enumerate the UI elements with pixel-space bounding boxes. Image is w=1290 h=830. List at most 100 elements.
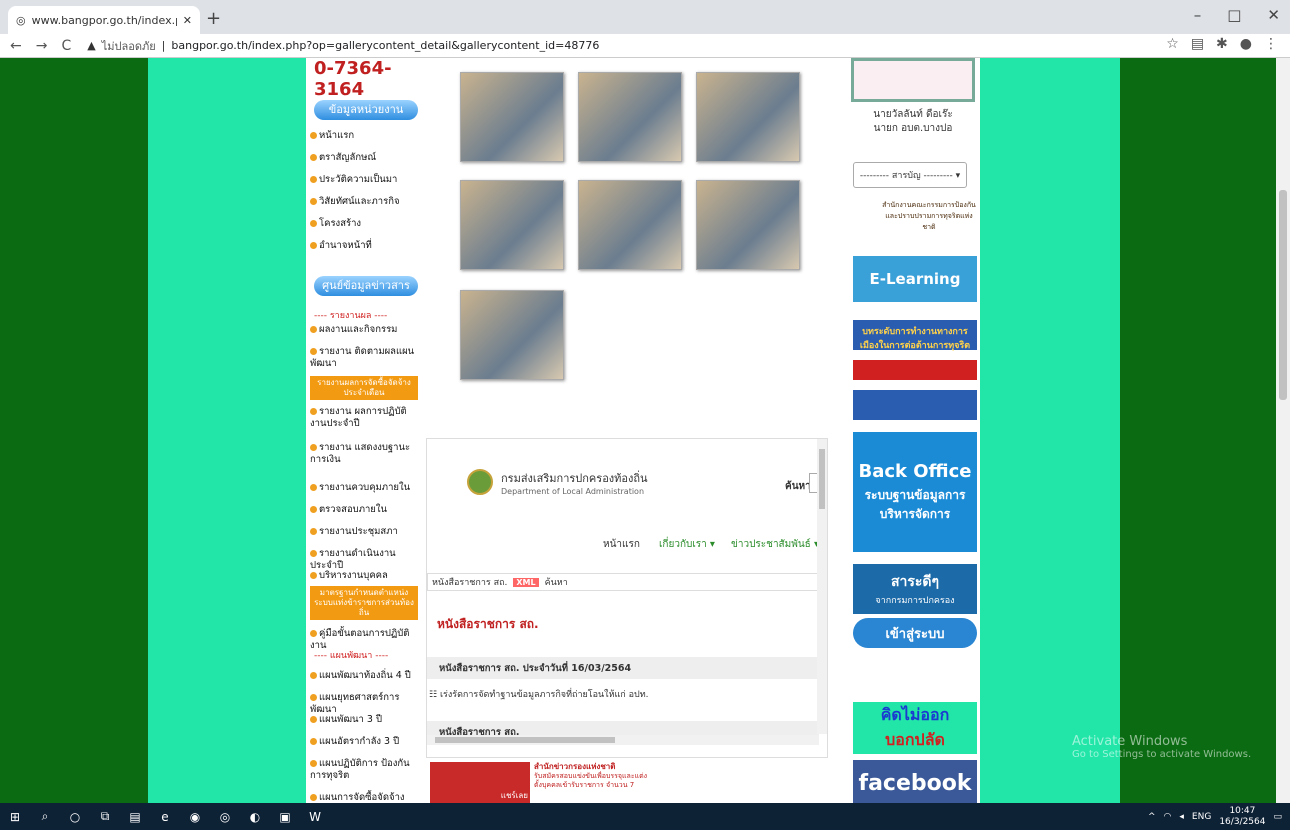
gallery-photo[interactable]: [696, 72, 800, 162]
section-news-header: ศูนย์ข้อมูลข่าวสาร: [314, 276, 418, 296]
gallery-photo[interactable]: [460, 180, 564, 270]
new-tab-button[interactable]: +: [206, 8, 221, 29]
daily-docs-header: หนังสือราชการ สถ. ประจำวันที่ 16/03/2564: [427, 657, 819, 679]
menu-item-history[interactable]: ประวัติความเป็นมา: [310, 174, 420, 186]
menu-item-duty[interactable]: อำนาจหน้าที่: [310, 240, 420, 252]
menu-item-annual-operation[interactable]: รายงานดำเนินงานประจำปี: [310, 548, 420, 572]
breadcrumb-search[interactable]: ค้นหา: [545, 575, 568, 589]
browser-tab-bar: ◎ www.bangpor.go.th/index.php?o ✕ + – □ …: [0, 0, 1290, 34]
menu-item-meeting[interactable]: รายงานประชุมสภา: [310, 526, 420, 538]
profile-icon[interactable]: ●: [1240, 36, 1252, 52]
maximize-button[interactable]: □: [1227, 6, 1241, 24]
menu-icon[interactable]: ⋮: [1264, 36, 1278, 52]
facebook-banner[interactable]: facebook: [853, 760, 977, 803]
gallery-photo[interactable]: [578, 180, 682, 270]
elearning-banner[interactable]: E-Learning: [853, 256, 977, 302]
breadcrumb-docs[interactable]: หนังสือราชการ สถ.: [432, 575, 507, 589]
frame-hscrollbar[interactable]: [427, 735, 819, 745]
report-subheader: ---- รายงานผล ----: [314, 311, 388, 321]
menu-item-strategy[interactable]: แผนยุทธศาสตร์การพัฒนา: [310, 692, 420, 716]
contents-select[interactable]: --------- สารบัญ --------- ▾: [853, 162, 967, 188]
dept-name-th: กรมส่งเสริมการปกครองท้องถิ่น: [501, 472, 648, 485]
login-button[interactable]: เข้าสู่ระบบ: [853, 618, 977, 648]
bottom-ad[interactable]: แชร์เลย สำนักข่าวกรองแห่งชาติ รับสมัครสอ…: [424, 760, 828, 803]
language-indicator[interactable]: ENG: [1192, 812, 1211, 822]
menu-item-3yr-plan[interactable]: แผนพัฒนา 3 ปี: [310, 714, 420, 726]
menu-item-anticorruption-plan[interactable]: แผนปฏิบัติการ ป้องกันการทุจริต: [310, 758, 420, 782]
menu-item-audit[interactable]: ตรวจสอบภายใน: [310, 504, 420, 516]
word-icon[interactable]: W: [300, 803, 330, 830]
tray-arrow-icon[interactable]: ^: [1148, 812, 1156, 822]
close-window-button[interactable]: ✕: [1267, 6, 1280, 24]
position-standard-box[interactable]: มาตรฐานกำหนดตำแหน่งระบบแท่งข้าราชการส่วน…: [310, 586, 418, 620]
chrome-icon[interactable]: ◎: [210, 803, 240, 830]
menu-item-procurement-plan[interactable]: แผนการจัดซื้อจัดจ้าง: [310, 792, 420, 803]
close-tab-icon[interactable]: ✕: [183, 14, 192, 27]
menu-item-annual-result[interactable]: รายงาน ผลการปฏิบัติงานประจำปี: [310, 406, 420, 430]
nacc-banner[interactable]: สำนักงานคณะกรรมการป้องกันและปราบปรามการท…: [853, 194, 977, 238]
start-icon[interactable]: ⊞: [0, 803, 30, 830]
menu-item-internal-control[interactable]: รายงานควบคุมภายใน: [310, 482, 420, 494]
browser-tab[interactable]: ◎ www.bangpor.go.th/index.php?o ✕: [8, 6, 200, 34]
url-field[interactable]: ▲ ไม่ปลอดภัย | bangpor.go.th/index.php?o…: [87, 37, 599, 55]
reload-icon[interactable]: C: [61, 38, 71, 54]
gallery-photo[interactable]: [460, 290, 564, 380]
frame-title: หนังสือราชการ สถ.: [437, 617, 539, 631]
extension-icon[interactable]: ▤: [1191, 36, 1204, 52]
page-viewport: 0-7364-3164 ข้อมูลหน่วยงาน หน้าแรก ตราสั…: [0, 58, 1290, 803]
window-controls: – □ ✕: [1194, 6, 1280, 24]
minimize-button[interactable]: –: [1194, 6, 1202, 24]
star-icon[interactable]: ☆: [1166, 36, 1179, 52]
line-icon[interactable]: ▣: [270, 803, 300, 830]
edge-icon[interactable]: e: [150, 803, 180, 830]
frame-nav-news[interactable]: ข่าวประชาสัมพันธ์ ▾: [731, 537, 819, 552]
menu-item-structure[interactable]: โครงสร้าง: [310, 218, 420, 230]
windows-taskbar: ⊞ ⌕ ○ ⧉ ▤ e ◉ ◎ ◐ ▣ W ^ ◠ ◂ ENG 10:47 16…: [0, 803, 1290, 830]
menu-item-vision[interactable]: วิสัยทัศน์และภารกิจ: [310, 196, 420, 208]
task-view-icon[interactable]: ⧉: [90, 803, 120, 830]
menu-item-local-plan[interactable]: แผนพัฒนาท้องถิ่น 4 ปี: [310, 670, 420, 682]
page-scrollbar[interactable]: [1276, 58, 1290, 803]
globe-icon: ◎: [16, 13, 26, 27]
address-bar-row: ← → C ▲ ไม่ปลอดภัย | bangpor.go.th/index…: [0, 34, 1290, 58]
xml-badge[interactable]: XML: [513, 577, 539, 587]
menu-item-emblem[interactable]: ตราสัญลักษณ์: [310, 152, 420, 164]
back-icon[interactable]: ←: [10, 38, 22, 54]
backoffice-banner[interactable]: Back Office ระบบฐานข้อมูลการบริหารจัดการ: [853, 432, 977, 552]
list-icon: ☷: [429, 690, 440, 700]
wifi-icon[interactable]: ◠: [1164, 812, 1172, 822]
menu-item-activities[interactable]: ผลงานและกิจกรรม: [310, 324, 420, 336]
menu-item-home[interactable]: หน้าแรก: [310, 130, 420, 142]
gallery-photo[interactable]: [578, 72, 682, 162]
breadcrumb: หนังสือราชการ สถ. XML ค้นหา: [427, 573, 819, 591]
frame-nav-home[interactable]: หน้าแรก: [603, 537, 640, 552]
gallery-photo[interactable]: [460, 72, 564, 162]
frame-nav-about[interactable]: เกี่ยวกับเรา ▾: [659, 537, 715, 552]
clock[interactable]: 10:47 16/3/2564: [1219, 806, 1265, 828]
forward-icon[interactable]: →: [36, 38, 48, 54]
puzzle-icon[interactable]: ✱: [1216, 36, 1228, 52]
url-text[interactable]: bangpor.go.th/index.php?op=galleryconten…: [171, 39, 599, 52]
activate-windows-watermark: Activate Windows Go to Settings to activ…: [1072, 734, 1252, 760]
search-icon[interactable]: ⌕: [30, 803, 60, 830]
dept-name-en: Department of Local Administration: [501, 487, 645, 496]
anti-corruption-banner[interactable]: บทระดับการทำงานทางการเมืองในการต่อต้านกา…: [853, 320, 977, 420]
gallery-photo[interactable]: [696, 180, 800, 270]
firefox-icon[interactable]: ◉: [180, 803, 210, 830]
notification-icon[interactable]: ▭: [1273, 812, 1282, 822]
menu-item-manpower[interactable]: แผนอัตรากำลัง 3 ปี: [310, 736, 420, 748]
explorer-icon[interactable]: ▤: [120, 803, 150, 830]
menu-item-plan-followup[interactable]: รายงาน ติดตามผลแผนพัฒนา: [310, 346, 420, 370]
procurement-report-box[interactable]: รายงานผลการจัดซื้อจัดจ้างประจำเดือน: [310, 376, 418, 400]
warning-icon: ▲: [87, 39, 96, 52]
menu-item-personnel[interactable]: บริหารงานบุคคล: [310, 570, 420, 582]
cortana-icon[interactable]: ○: [60, 803, 90, 830]
volume-icon[interactable]: ◂: [1179, 812, 1184, 822]
sarad-banner[interactable]: สาระดีๆ จากกรมการปกครอง: [853, 564, 977, 614]
menu-item-financial[interactable]: รายงาน แสดงงบฐานะการเงิน: [310, 442, 420, 466]
ask-official-banner[interactable]: คิดไม่ออก บอกปลัด: [853, 702, 977, 754]
app-icon[interactable]: ◐: [240, 803, 270, 830]
frame-scrollbar[interactable]: [817, 439, 827, 734]
executive-caption: นายวัลลันท์ ดือเร๊ะ นายก อบต.บางปอ: [873, 109, 953, 134]
doc-item[interactable]: ☷ เร่งรัดการจัดทำฐานข้อมูลภารกิจที่ถ่ายโ…: [427, 687, 649, 701]
